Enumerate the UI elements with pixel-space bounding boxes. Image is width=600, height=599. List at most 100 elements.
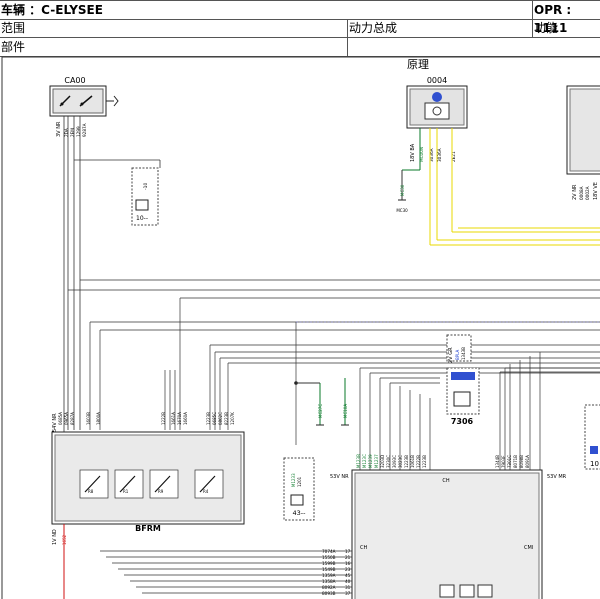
svg-text:1223B: 1223B <box>404 455 409 468</box>
component-43: M1233 1201 43-- <box>283 457 315 521</box>
svg-text:1222B: 1222B <box>416 455 421 468</box>
svg-text:0685A: 0685A <box>58 412 63 425</box>
svg-text:1343B: 1343B <box>461 347 466 360</box>
svg-text:8092A: 8092A <box>322 585 336 590</box>
system-cell: 动力总成 <box>348 19 533 37</box>
svg-text:8223B: 8223B <box>224 412 229 425</box>
svg-text:0002A: 0002A <box>585 186 590 200</box>
svg-text:7903F: 7903F <box>501 455 506 468</box>
component-bfrm: 54V NR R8 R1 R9 R4 BFRM <box>51 413 245 533</box>
svg-text:1223B: 1223B <box>422 455 427 468</box>
svg-text:53V NR: 53V NR <box>330 474 349 480</box>
svg-text:MC10A: MC10A <box>343 404 348 418</box>
svg-text:7074A: 7074A <box>322 549 336 554</box>
component-bsi: 53V NR 53V MR CH CH CMI <box>330 469 567 599</box>
svg-text:CH: CH <box>360 545 367 551</box>
svg-text:18V VE: 18V VE <box>593 182 599 200</box>
function-cell: 功能 <box>534 21 559 35</box>
svg-text:1603B: 1603B <box>86 412 91 425</box>
svg-text:R8: R8 <box>88 489 94 494</box>
bfrm-connector-bottom: 1V ND <box>52 529 58 545</box>
bfrm-label: BFRM <box>135 524 161 533</box>
svg-text:1207K: 1207K <box>230 412 235 425</box>
svg-text:31: 31 <box>345 585 351 590</box>
header-table: 车辆 ：C-ELYSEE OPR : 1111 范围 动力总成 功能 部件 <box>0 0 600 57</box>
svg-text:1599B: 1599B <box>322 561 336 566</box>
svg-text:37: 37 <box>345 591 351 596</box>
svg-text:40: 40 <box>345 579 351 584</box>
svg-text:8287A: 8287A <box>70 412 75 425</box>
svg-text:MC27C: MC27C <box>318 404 323 418</box>
svg-text:2DA: 2DA <box>64 128 69 137</box>
component-cell: 部件 <box>0 38 348 56</box>
svg-text:1222B: 1222B <box>161 412 166 425</box>
svg-text:0685C: 0685C <box>212 412 217 425</box>
header-row-scope: 范围 动力总成 功能 <box>0 19 600 38</box>
svg-text:3203D: 3203D <box>380 455 385 468</box>
fuse-10: 10-- -10 <box>131 167 159 226</box>
svg-text:1223B: 1223B <box>206 412 211 425</box>
fuse-10-value: -10 <box>143 183 149 190</box>
svg-text:0965A: 0965A <box>64 412 69 425</box>
svg-text:1344B: 1344B <box>495 455 500 468</box>
svg-text:BPLA: BPLA <box>455 350 460 360</box>
svg-text:8071B: 8071B <box>513 455 518 468</box>
svg-text:10: 10 <box>590 460 599 468</box>
svg-text:1550B: 1550B <box>322 555 336 560</box>
opr-cell: OPR : 1111 <box>534 3 572 35</box>
svg-text:21: 21 <box>345 555 351 560</box>
svg-text:1670A: 1670A <box>177 412 182 425</box>
bsi-left-wires <box>100 550 352 594</box>
svg-text:1661A: 1661A <box>171 412 176 425</box>
svg-text:8098B: 8098B <box>519 455 524 468</box>
svg-text:R4: R4 <box>203 489 209 494</box>
svg-text:R9: R9 <box>158 489 164 494</box>
bfrm-wire-labels: 0685A 0965A 8287A 1603B 1800A 1222B 1661… <box>58 412 235 425</box>
svg-text:53V MR: 53V MR <box>547 474 567 480</box>
svg-text:MC30: MC30 <box>400 184 405 196</box>
svg-text:1359A: 1359A <box>322 573 336 578</box>
svg-text:43--: 43-- <box>293 509 307 517</box>
svg-text:1660A: 1660A <box>183 412 188 425</box>
wiring-diagram: 原理 CA00 3V NR 2DA 2EM 1299 9287A 10-- -1… <box>1 56 600 599</box>
svg-text:R1: R1 <box>123 489 129 494</box>
svg-text:3036A: 3036A <box>437 148 442 162</box>
svg-text:CMI: CMI <box>524 545 533 551</box>
svg-text:0862C: 0862C <box>218 412 223 425</box>
svg-text:1201: 1201 <box>297 476 302 487</box>
ca00-label: CA00 <box>64 76 85 85</box>
svg-text:M1233: M1233 <box>291 473 296 487</box>
vehicle-cell: 车辆 ：C-ELYSEE <box>0 1 533 19</box>
svg-text:CH: CH <box>442 478 449 484</box>
svg-text:1652: 1652 <box>62 534 67 545</box>
svg-text:M123B: M123B <box>356 454 361 468</box>
svg-text:MC30: MC30 <box>396 208 408 213</box>
svg-text:45: 45 <box>345 573 351 578</box>
svg-text:23: 23 <box>345 567 351 572</box>
scope-cell: 范围 <box>0 19 348 37</box>
ground-mc10a: MC10A <box>341 378 349 426</box>
ca00-connector: 3V NR <box>56 121 62 137</box>
svg-text:7301C: 7301C <box>507 455 512 468</box>
svg-text:8091A: 8091A <box>525 455 530 468</box>
component-value-cell <box>348 38 600 56</box>
header-row-component: 部件 <box>0 38 600 57</box>
svg-text:1358A: 1358A <box>322 579 336 584</box>
svg-text:2EM: 2EM <box>70 128 75 137</box>
svg-text:2V NR: 2V NR <box>572 184 578 200</box>
svg-text:M1239: M1239 <box>368 454 373 468</box>
svg-text:9287A: 9287A <box>82 123 87 137</box>
c7306-label: 7306 <box>451 417 474 426</box>
svg-text:M123C: M123C <box>362 454 367 468</box>
svg-text:M1237: M1237 <box>374 454 379 468</box>
bsi-right-wire-labels: 1344B 7903F 7301C 8071B 8098B 8091A <box>495 455 530 468</box>
svg-text:3023C: 3023C <box>398 455 403 468</box>
svg-text:1800A: 1800A <box>96 412 101 425</box>
svg-text:16: 16 <box>345 561 351 566</box>
svg-text:8093B: 8093B <box>322 591 336 596</box>
bsi-left-wire-labels: 7074A 1550B 1599B 1549B 1359A 1358A 8092… <box>322 549 351 596</box>
svg-text:0008A: 0008A <box>579 186 584 200</box>
bsi-top-wire-labels: M123B M123C M1239 M1237 3203D 3230C 3093… <box>356 454 427 468</box>
component-7306: 2V GR BPLA 1343B 7306 <box>446 334 480 426</box>
c0004-label: 0004 <box>427 76 447 85</box>
